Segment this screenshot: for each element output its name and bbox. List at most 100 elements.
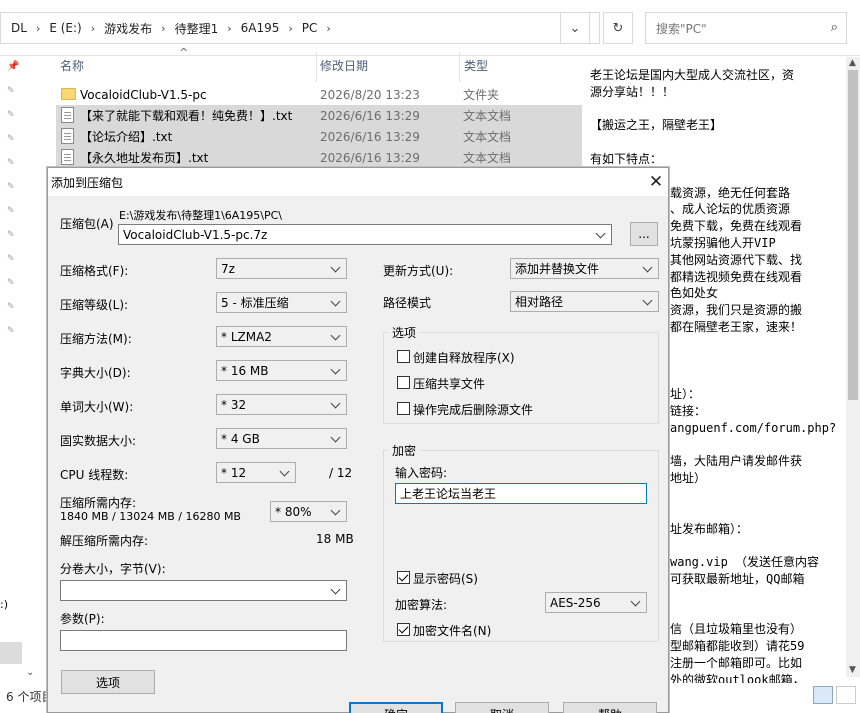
chevron-down-icon[interactable] xyxy=(595,228,607,240)
show-password-checkbox[interactable]: 显示密码(S) xyxy=(397,570,577,586)
search-placeholder: 搜索"PC" xyxy=(656,21,707,36)
nav-selected-item[interactable] xyxy=(0,642,22,664)
option-checkbox[interactable]: 压缩共享文件 xyxy=(397,375,597,391)
column-header-name[interactable]: 名称 xyxy=(60,57,84,77)
archive-name: VocaloidClub-V1.5-pc.7z xyxy=(123,227,268,242)
chevron-down-icon[interactable] xyxy=(330,584,342,596)
pin-icon[interactable]: ✎ xyxy=(7,230,17,240)
pin-icon[interactable]: ✎ xyxy=(7,206,17,216)
file-row[interactable]: 【永久地址发布页】.txt 2026/6/16 13:29 文本文档 xyxy=(56,147,582,168)
word-select[interactable]: * 32 xyxy=(216,394,347,415)
level-select[interactable]: 5 - 标准压缩 xyxy=(216,292,347,313)
archive-label: 压缩包(A) xyxy=(60,217,114,231)
chevron-down-icon xyxy=(630,596,642,608)
encryption-group-title: 加密 xyxy=(389,442,420,459)
breadcrumb-separator-icon[interactable]: › xyxy=(227,22,231,35)
split-size-combobox[interactable] xyxy=(60,580,347,601)
breadcrumb-item[interactable]: 6A195 xyxy=(241,21,280,35)
breadcrumb[interactable]: DL › E (E:) › 游戏发布 › 待整理1 › 6A195 › PC › xyxy=(0,12,600,44)
preview-line: 色如处女 xyxy=(670,286,719,301)
column-divider[interactable] xyxy=(459,52,460,82)
path-mode-label: 路径模式 xyxy=(383,296,432,310)
file-type: 文本文档 xyxy=(463,151,512,165)
option-checkbox[interactable]: 操作完成后删除源文件 xyxy=(397,401,597,417)
breadcrumb-item[interactable]: PC xyxy=(302,21,318,35)
column-divider[interactable] xyxy=(316,52,317,82)
chevron-down-icon[interactable]: ⌄ xyxy=(560,12,590,44)
pin-icon[interactable]: 📌 xyxy=(7,62,19,72)
ok-button[interactable]: 确定 xyxy=(349,702,443,713)
chevron-down-icon xyxy=(642,295,654,307)
breadcrumb-item[interactable]: DL xyxy=(11,21,27,35)
file-row[interactable]: 【论坛介绍】.txt 2026/6/16 13:29 文本文档 xyxy=(56,126,582,147)
memory-percent-select[interactable]: * 80% xyxy=(270,501,347,522)
archive-name-combobox[interactable]: VocaloidClub-V1.5-pc.7z xyxy=(118,224,612,245)
pin-icon[interactable]: ✎ xyxy=(7,86,17,96)
format-label: 压缩格式(F): xyxy=(60,264,129,278)
pin-icon[interactable]: ✎ xyxy=(7,326,17,336)
option-label: 操作完成后删除源文件 xyxy=(413,403,534,417)
preview-line: 有如下特点： xyxy=(590,152,663,166)
threads-select[interactable]: * 12 xyxy=(216,462,296,483)
dialog-titlebar[interactable]: 添加到压缩包 ✕ xyxy=(48,168,668,196)
breadcrumb-item[interactable]: 待整理1 xyxy=(175,20,219,37)
help-button[interactable]: 帮助 xyxy=(563,702,657,713)
password-input[interactable]: 上老王论坛当老王 xyxy=(395,483,647,504)
option-checkbox[interactable]: 创建自释放程序(X) xyxy=(397,349,597,365)
dict-select[interactable]: * 16 MB xyxy=(216,360,347,381)
path-mode-select[interactable]: 相对路径 xyxy=(510,291,659,312)
pin-icon[interactable]: ✎ xyxy=(7,110,17,120)
preview-line: 都精选视频免费在线观看 xyxy=(670,269,803,284)
cancel-button[interactable]: 取消 xyxy=(455,702,549,713)
checkbox-box xyxy=(397,402,410,415)
solid-select[interactable]: * 4 GB xyxy=(216,428,347,449)
close-icon[interactable]: ✕ xyxy=(642,169,670,195)
preview-scrollbar-thumb[interactable] xyxy=(848,70,858,400)
nav-item-fragment: :) xyxy=(0,598,8,611)
preview-line: 注册一个邮箱即可。比如 xyxy=(670,656,803,670)
encrypt-filenames-checkbox[interactable]: 加密文件名(N) xyxy=(397,622,577,638)
pin-icon[interactable]: ✎ xyxy=(7,278,17,288)
breadcrumb-separator-icon[interactable]: › xyxy=(161,22,165,35)
breadcrumb-separator-icon[interactable]: › xyxy=(288,22,292,35)
level-value: 5 - 标准压缩 xyxy=(221,296,289,310)
encryption-method-select[interactable]: AES-256 xyxy=(545,592,647,613)
breadcrumb-separator-icon[interactable]: › xyxy=(326,22,330,35)
scroll-down-icon[interactable]: ⌄ xyxy=(26,667,34,678)
format-select[interactable]: 7z xyxy=(216,258,347,279)
preview-line: 载资源，绝无任何套路 xyxy=(670,185,791,200)
file-name: 【永久地址发布页】.txt xyxy=(80,151,209,165)
refresh-icon[interactable]: ↻ xyxy=(603,12,633,44)
search-input[interactable]: 搜索"PC" ⌕ xyxy=(645,12,847,44)
details-view-icon[interactable] xyxy=(813,686,833,704)
pin-icon[interactable]: ✎ xyxy=(7,134,17,144)
method-select[interactable]: * LZMA2 xyxy=(216,326,347,347)
column-header-date[interactable]: 修改日期 xyxy=(320,57,368,77)
update-mode-select[interactable]: 添加并替换文件 xyxy=(510,258,659,279)
sort-ascending-icon: ^ xyxy=(179,46,189,59)
memory-label: 压缩所需内存: xyxy=(60,496,137,510)
option-label: 压缩共享文件 xyxy=(413,377,486,391)
pin-icon[interactable]: ✎ xyxy=(7,158,17,168)
scroll-down-icon[interactable]: ▼ xyxy=(849,665,856,675)
preview-line: angpuenf.com/forum.php? xyxy=(670,420,837,435)
file-date: 2026/6/16 13:29 xyxy=(320,108,420,123)
pin-icon[interactable]: ✎ xyxy=(7,182,17,192)
breadcrumb-item[interactable]: E (E:) xyxy=(49,21,81,35)
pin-icon[interactable]: ✎ xyxy=(7,302,17,312)
column-header-type[interactable]: 类型 xyxy=(464,57,488,77)
chevron-down-icon xyxy=(330,398,342,410)
browse-button[interactable]: ... xyxy=(630,222,658,246)
breadcrumb-separator-icon[interactable]: › xyxy=(36,22,40,35)
params-input[interactable] xyxy=(60,630,347,651)
scroll-up-icon[interactable]: ▲ xyxy=(849,58,856,68)
large-icons-view-icon[interactable] xyxy=(836,686,856,704)
file-row[interactable]: VocaloidClub-V1.5-pc 2026/8/20 13:23 文件夹 xyxy=(56,84,582,105)
pin-icon[interactable]: ✎ xyxy=(7,254,17,264)
options-button[interactable]: 选项 xyxy=(61,670,155,694)
breadcrumb-separator-icon[interactable]: › xyxy=(91,22,95,35)
dict-value: * 16 MB xyxy=(221,363,269,378)
file-row[interactable]: 【来了就能下载和观看！纯免费！】.txt 2026/6/16 13:29 文本文档 xyxy=(56,105,582,126)
breadcrumb-item[interactable]: 游戏发布 xyxy=(104,20,152,37)
chevron-down-icon xyxy=(330,330,342,342)
